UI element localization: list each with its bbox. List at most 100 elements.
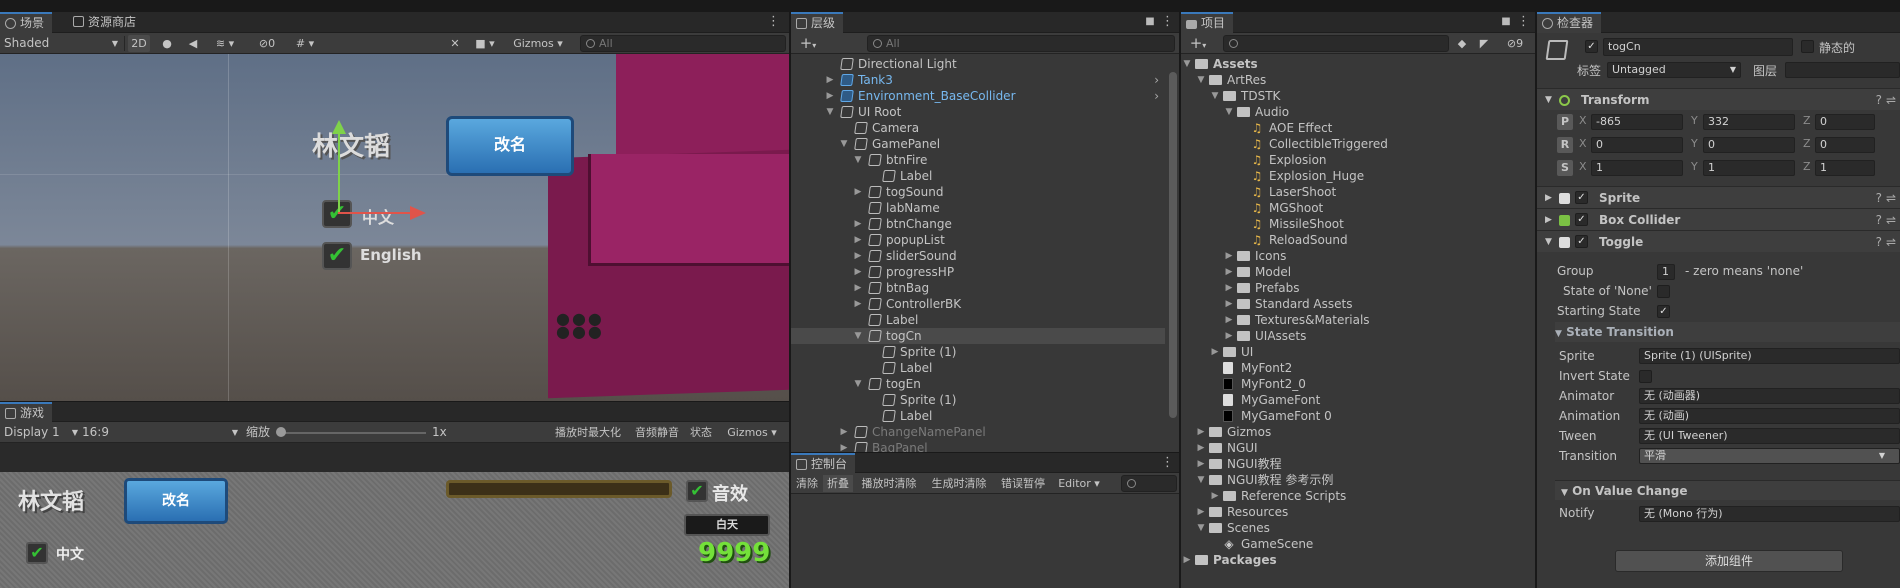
project-item[interactable]: ▶ Prefabs bbox=[1181, 280, 1535, 296]
component-menu-icon[interactable]: ⇌ bbox=[1886, 187, 1896, 209]
project-item[interactable]: ♫ MissileShoot bbox=[1181, 216, 1535, 232]
expand-arrow-icon[interactable]: ▶ bbox=[853, 248, 863, 264]
help-icon[interactable]: ? bbox=[1876, 187, 1882, 209]
tween-field[interactable]: 无 (UI Tweener) bbox=[1639, 428, 1900, 444]
lighting-icon[interactable]: ● bbox=[160, 35, 174, 52]
hierarchy-item[interactable]: ▶ BagPanel bbox=[791, 440, 1165, 452]
hierarchy-item[interactable]: ▶ Environment_BaseCollider › bbox=[791, 88, 1165, 104]
hierarchy-item[interactable]: Directional Light bbox=[791, 56, 1165, 72]
checkbox-icon[interactable]: ✔ bbox=[322, 200, 352, 228]
open-prefab-icon[interactable]: › bbox=[1154, 88, 1159, 104]
starting-state-checkbox[interactable]: ✓ bbox=[1657, 305, 1670, 318]
hierarchy-item[interactable]: ▶ ChangeNamePanel bbox=[791, 424, 1165, 440]
lock-icon[interactable]: ■ bbox=[1501, 15, 1511, 29]
game-viewport[interactable]: 林文韬 改名 ✔ 音效 白天 9999 ✔ 中文 bbox=[0, 472, 789, 588]
hierarchy-item[interactable]: ▶ ControllerBK bbox=[791, 296, 1165, 312]
notify-field[interactable]: 无 (Mono 行为) bbox=[1639, 506, 1900, 522]
hierarchy-search-input[interactable]: All bbox=[867, 35, 1175, 52]
hidden-packages-icon[interactable]: ⊘9 bbox=[1499, 35, 1531, 52]
maximize-on-play-button[interactable]: 播放时最大化 bbox=[548, 424, 628, 441]
state-none-checkbox[interactable] bbox=[1657, 285, 1670, 298]
project-item[interactable]: ♫ ReloadSound bbox=[1181, 232, 1535, 248]
project-item[interactable]: ▶ UIAssets bbox=[1181, 328, 1535, 344]
hierarchy-item[interactable]: Camera bbox=[791, 120, 1165, 136]
layer-dropdown[interactable] bbox=[1785, 62, 1900, 78]
project-item[interactable]: ▶ Reference Scripts bbox=[1181, 488, 1535, 504]
expand-arrow-icon[interactable]: ▶ bbox=[1224, 312, 1234, 328]
hierarchy-item[interactable]: Label bbox=[791, 408, 1165, 424]
hierarchy-item[interactable]: ▼ UI Root bbox=[791, 104, 1165, 120]
filter-label-icon[interactable]: ◤ bbox=[1477, 35, 1491, 52]
scene-viewport[interactable]: ●●● ●●● 林文韬 改名 ✔ 中文 ✔ English bbox=[0, 54, 789, 401]
animation-field[interactable]: 无 (动画) bbox=[1639, 408, 1900, 424]
grid-icon[interactable]: # ▾ bbox=[288, 35, 322, 52]
tab-console[interactable]: 控制台 bbox=[791, 453, 856, 473]
tab-project[interactable]: 项目 bbox=[1181, 12, 1234, 33]
project-item[interactable]: ▶ Resources bbox=[1181, 504, 1535, 520]
project-item[interactable]: ▼ NGUI教程 参考示例 bbox=[1181, 472, 1535, 488]
transform-p-y-field[interactable]: 332 bbox=[1703, 114, 1795, 130]
object-name-field[interactable]: togCn bbox=[1603, 38, 1793, 56]
tab-scene[interactable]: 场景 bbox=[0, 12, 53, 33]
tab-hierarchy[interactable]: 层级 bbox=[791, 12, 844, 33]
sprite-header[interactable]: ▶ ✓ Sprite ? ⇌ bbox=[1537, 186, 1900, 208]
expand-arrow-icon[interactable]: ▶ bbox=[1196, 424, 1206, 440]
hierarchy-item[interactable]: ▶ popupList bbox=[791, 232, 1165, 248]
invert-state-checkbox[interactable] bbox=[1639, 370, 1652, 383]
transform-s-y-field[interactable]: 1 bbox=[1703, 160, 1795, 176]
project-item[interactable]: ▼ Scenes bbox=[1181, 520, 1535, 536]
group-field[interactable]: 1 bbox=[1657, 264, 1675, 280]
console-menu-icon[interactable]: ⋮ bbox=[1161, 456, 1174, 470]
project-item[interactable]: ▼ Assets bbox=[1181, 56, 1535, 72]
add-component-button[interactable]: 添加组件 bbox=[1615, 550, 1843, 572]
on-value-change-header[interactable]: ▼ On Value Change bbox=[1555, 480, 1900, 500]
lock-icon[interactable]: ■ bbox=[1145, 15, 1155, 29]
toggle-header[interactable]: ▼ ✓ Toggle ? ⇌ bbox=[1537, 230, 1900, 252]
component-menu-icon[interactable]: ⇌ bbox=[1886, 209, 1896, 231]
expand-arrow-icon[interactable]: ▶ bbox=[839, 440, 849, 452]
clear-on-build-button[interactable]: 生成时清除 bbox=[925, 475, 993, 492]
collapse-button[interactable]: 折叠 bbox=[823, 475, 853, 492]
audio-icon[interactable]: ◀ bbox=[186, 35, 200, 52]
tab-asset-store[interactable]: 资源商店 bbox=[68, 12, 144, 33]
project-item[interactable]: ♫ AOE Effect bbox=[1181, 120, 1535, 136]
collapse-arrow-icon[interactable]: ▼ bbox=[853, 328, 863, 344]
rename-button[interactable]: 改名 bbox=[446, 116, 574, 176]
hierarchy-item[interactable]: ▶ sliderSound bbox=[791, 248, 1165, 264]
expand-arrow-icon[interactable]: ▶ bbox=[1224, 280, 1234, 296]
hierarchy-item[interactable]: Label bbox=[791, 168, 1165, 184]
project-item[interactable]: MyFont2_0 bbox=[1181, 376, 1535, 392]
editor-dropdown[interactable]: Editor ▾ bbox=[1053, 475, 1105, 492]
transform-r-x-field[interactable]: 0 bbox=[1591, 137, 1683, 153]
collapse-arrow-icon[interactable]: ▼ bbox=[1224, 104, 1234, 120]
transform-s-toggle-button[interactable]: S bbox=[1557, 160, 1573, 176]
project-item[interactable]: ▼ Audio bbox=[1181, 104, 1535, 120]
hierarchy-item[interactable]: ▶ Tank3 › bbox=[791, 72, 1165, 88]
expand-arrow-icon[interactable]: ▶ bbox=[1196, 456, 1206, 472]
hierarchy-item[interactable]: Label bbox=[791, 312, 1165, 328]
hierarchy-scrollbar[interactable] bbox=[1169, 72, 1177, 418]
hierarchy-item[interactable]: Sprite (1) bbox=[791, 392, 1165, 408]
project-item[interactable]: ▶ Textures&Materials bbox=[1181, 312, 1535, 328]
move-gizmo-y-arrow[interactable] bbox=[332, 120, 346, 134]
collapse-arrow-icon[interactable]: ▼ bbox=[1196, 472, 1206, 488]
hierarchy-item[interactable]: ▼ btnFire bbox=[791, 152, 1165, 168]
camera-icon[interactable]: ■ ▾ bbox=[472, 35, 498, 52]
aspect-dropdown[interactable]: 16:9 ▼ bbox=[82, 422, 238, 443]
project-item[interactable]: ♫ CollectibleTriggered bbox=[1181, 136, 1535, 152]
scene-menu-icon[interactable]: ⋮ bbox=[767, 15, 780, 29]
project-item[interactable]: ▶ Packages bbox=[1181, 552, 1535, 568]
checkbox-icon[interactable]: ✔ bbox=[686, 480, 708, 502]
move-gizmo-x-arrow[interactable] bbox=[410, 206, 426, 220]
project-item[interactable]: MyGameFont 0 bbox=[1181, 408, 1535, 424]
hierarchy-item[interactable]: ▼ togCn bbox=[791, 328, 1165, 344]
collapse-arrow-icon[interactable]: ▼ bbox=[853, 376, 863, 392]
expand-arrow-icon[interactable]: ▶ bbox=[1224, 296, 1234, 312]
effects-icon[interactable]: ≋ ▾ bbox=[212, 35, 238, 52]
checkbox-icon[interactable]: ✔ bbox=[322, 242, 352, 270]
project-item[interactable]: ▶ Model bbox=[1181, 264, 1535, 280]
project-item[interactable]: ▼ ArtRes bbox=[1181, 72, 1535, 88]
expand-arrow-icon[interactable]: ▶ bbox=[1224, 328, 1234, 344]
expand-arrow-icon[interactable]: ▶ bbox=[1182, 552, 1192, 568]
hierarchy-menu-icon[interactable]: ⋮ bbox=[1161, 15, 1174, 29]
